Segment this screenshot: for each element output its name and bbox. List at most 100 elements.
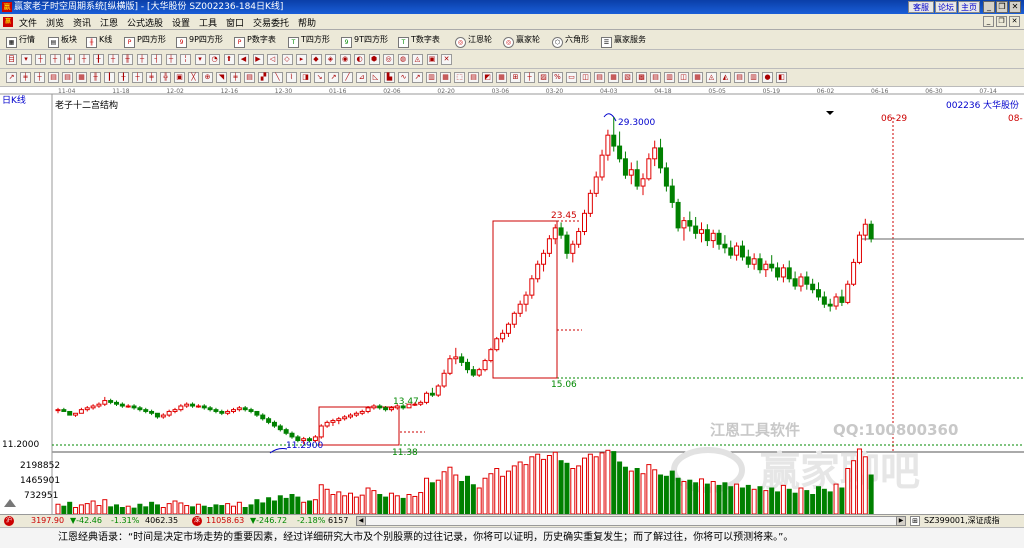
9p-square-button[interactable]: 9 9P四方形 [176,33,223,48]
analysis-tool-icon[interactable]: ╳ [188,72,199,83]
analysis-tool-icon[interactable]: ◭ [720,72,731,83]
drawing-tool-icon[interactable]: ┼ [107,54,119,65]
menu-tools[interactable]: 工具 [199,16,217,29]
drawing-tool-icon[interactable]: ╂ [93,54,104,65]
forum-button[interactable]: 论坛 [935,1,957,13]
winner-wheel-button[interactable]: ◎ 赢家轮 [503,33,540,48]
analysis-tool-icon[interactable]: ▦ [692,72,703,83]
kline-chart[interactable]: 11-04 11-18 12-02 12-16 12-30 01-16 02-06 02-20… [0,87,1024,514]
analysis-tool-icon[interactable]: ▤ [650,72,661,83]
drawing-tool-icon[interactable]: ⬢ [368,54,380,65]
analysis-tool-icon[interactable]: ● [762,72,773,83]
analysis-tool-icon[interactable]: ⊿ [356,72,367,83]
analysis-tool-icon[interactable]: ⌇ [286,72,297,83]
analysis-tool-icon[interactable]: ▤ [48,72,59,83]
analysis-tool-icon[interactable]: ◥ [216,72,227,83]
drawing-tool-icon[interactable]: ▾ [194,54,206,65]
mdi-minimize-icon[interactable]: _ [983,16,994,27]
analysis-tool-icon[interactable]: ╱ [342,72,353,83]
analysis-tool-icon[interactable]: ∿ [398,72,409,83]
analysis-tool-icon[interactable]: ▥ [426,72,437,83]
gann-wheel-button[interactable]: ◎ 江恩轮 [455,33,492,48]
drawing-tool-icon[interactable]: ◈ [325,54,336,65]
drawing-tool-icon[interactable]: ⬆ [223,54,235,65]
quotes-button[interactable]: ▦ 行情 [6,33,35,48]
analysis-tool-icon[interactable]: ◫ [678,72,689,83]
menu-trade[interactable]: 交易委托 [253,16,289,29]
drawing-tool-icon[interactable]: ◆ [310,54,322,65]
analysis-tool-icon[interactable]: ╪ [146,72,157,83]
9t-square-button[interactable]: 9 9T四方形 [341,33,388,48]
p-square-button[interactable]: P P四方形 [124,33,166,48]
analysis-tool-icon[interactable]: ╬ [160,72,171,83]
index-selector-icon[interactable]: ⊞ [910,516,920,526]
drawing-tool-icon[interactable]: ╪ [64,54,75,65]
analysis-tool-icon[interactable]: ↗ [412,72,423,83]
t-square-button[interactable]: T T四方形 [288,33,330,48]
drawing-tool-icon[interactable]: ◬ [412,54,423,65]
menu-info[interactable]: 资讯 [73,16,91,29]
drawing-tool-icon[interactable]: ╎ [180,54,191,65]
analysis-tool-icon[interactable]: ▨ [538,72,549,83]
analysis-tool-icon[interactable]: ◬ [706,72,717,83]
analysis-tool-icon[interactable]: ▧ [622,72,633,83]
analysis-tool-icon[interactable]: ▙ [384,72,395,83]
minimize-icon[interactable]: _ [983,1,995,13]
support-button[interactable]: 客服 [908,1,934,13]
mdi-restore-icon[interactable]: ❐ [996,16,1007,27]
menu-formula[interactable]: 公式选股 [127,16,163,29]
sh-index-icon[interactable]: 沪 [4,516,14,526]
drawing-tool-icon[interactable]: ▶ [252,54,264,65]
close-icon[interactable]: ✕ [1009,1,1021,13]
analysis-tool-icon[interactable]: ◧ [776,72,787,83]
scroll-left-icon[interactable]: ◀ [356,516,366,526]
analysis-tool-icon[interactable]: ◺ [370,72,381,83]
analysis-tool-icon[interactable]: ◫ [580,72,591,83]
drawing-tool-icon[interactable]: ╫ [122,54,133,65]
sz-index-icon[interactable]: 深 [192,516,202,526]
drawing-tool-icon[interactable]: ◎ [383,54,394,65]
restore-icon[interactable]: ❐ [996,1,1008,13]
drawing-tool-icon[interactable]: 目 [6,54,17,65]
menu-gann[interactable]: 江恩 [100,16,118,29]
kline-button[interactable]: ╫ K线 [86,33,112,48]
drawing-tool-icon[interactable]: ◉ [339,54,351,65]
analysis-tool-icon[interactable]: ↗ [6,72,17,83]
analysis-tool-icon[interactable]: ╪ [20,72,31,83]
drawing-tool-icon[interactable]: ◐ [354,54,365,65]
t-number-table-button[interactable]: T T数字表 [398,33,440,48]
analysis-tool-icon[interactable]: ▤ [734,72,745,83]
analysis-tool-icon[interactable]: ▭ [566,72,577,83]
analysis-tool-icon[interactable]: ⊞ [510,72,521,83]
analysis-tool-icon[interactable]: ▦ [496,72,507,83]
analysis-tool-icon[interactable]: ↗ [328,72,339,83]
analysis-tool-icon[interactable]: ╂ [118,72,129,83]
drawing-tool-icon[interactable]: ◍ [397,54,409,65]
drawing-tool-icon[interactable]: ┼ [49,54,61,65]
analysis-tool-icon[interactable]: ┼ [132,72,143,83]
hexagon-button[interactable]: ⬡ 六角形 [552,33,589,48]
homepage-button[interactable]: 主页 [958,1,980,13]
analysis-tool-icon[interactable]: ┼ [34,72,45,83]
drawing-tool-icon[interactable]: ◀ [238,54,249,65]
menu-file[interactable]: 文件 [19,16,37,29]
analysis-tool-icon[interactable]: ╫ [90,72,101,83]
analysis-tool-icon[interactable]: ▤ [468,72,479,83]
horizontal-scrollbar[interactable] [356,516,906,526]
scroll-right-icon[interactable]: ▶ [896,516,906,526]
sector-button[interactable]: ▤ 板块 [48,33,77,48]
analysis-tool-icon[interactable]: ▥ [748,72,759,83]
analysis-tool-icon[interactable]: ▦ [76,72,87,83]
drawing-tool-icon[interactable]: ┼ [165,54,177,65]
analysis-tool-icon[interactable]: ↘ [314,72,325,83]
drawing-tool-icon[interactable]: ▣ [426,54,438,65]
analysis-tool-icon[interactable]: ▤ [62,72,73,83]
drawing-tool-icon[interactable]: ◇ [281,54,293,65]
p-number-table-button[interactable]: P P数字表 [234,33,276,48]
analysis-tool-icon[interactable]: ⊕ [202,72,213,83]
analysis-tool-icon[interactable]: ▤ [244,72,255,83]
analysis-tool-icon[interactable]: ▣ [174,72,185,83]
analysis-tool-icon[interactable]: % [552,72,563,83]
analysis-tool-icon[interactable]: ╲ [272,72,283,83]
menu-browse[interactable]: 浏览 [46,16,64,29]
